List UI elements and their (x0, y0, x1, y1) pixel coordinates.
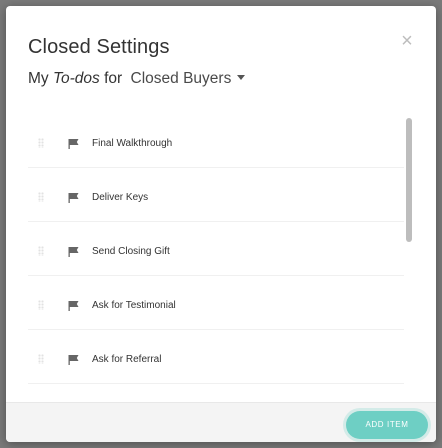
todo-list: Final Walkthrough Deliver Keys Send Clos… (6, 114, 436, 406)
modal-title: Closed Settings (28, 36, 170, 58)
flag-icon (68, 139, 79, 149)
buyer-type-dropdown[interactable]: Closed Buyers (131, 70, 246, 88)
todo-item[interactable]: Send Closing Gift (28, 222, 404, 276)
flag-icon (68, 247, 79, 257)
todo-item-label: Deliver Keys (92, 192, 149, 203)
flag-icon (68, 355, 79, 365)
drag-handle-icon[interactable] (38, 354, 44, 364)
drag-handle-icon[interactable] (38, 192, 44, 202)
scrollbar-thumb[interactable] (406, 118, 412, 242)
scrollbar[interactable] (406, 118, 412, 398)
todo-item[interactable]: Ask for Testimonial (28, 276, 404, 330)
caret-down-icon (237, 74, 246, 80)
drag-handle-icon[interactable] (38, 246, 44, 256)
subtitle-for: for (104, 70, 123, 87)
drag-handle-icon[interactable] (38, 138, 44, 148)
subtitle-todos: To-dos (52, 70, 100, 87)
add-item-button[interactable]: ADD ITEM (346, 411, 428, 439)
modal-footer: ADD ITEM (6, 402, 436, 442)
flag-icon (68, 193, 79, 203)
dropdown-selected-value: Closed Buyers (130, 70, 232, 87)
flag-icon (68, 301, 79, 311)
todo-item[interactable]: Ask for Referral (28, 330, 404, 384)
drag-handle-icon[interactable] (38, 300, 44, 310)
subtitle-prefix: My (28, 70, 49, 87)
todo-item-label: Ask for Testimonial (92, 300, 176, 311)
todo-subtitle: My To-dos for Closed Buyers (28, 70, 246, 88)
todo-item[interactable]: Deliver Keys (28, 168, 404, 222)
close-icon[interactable]: × (398, 31, 416, 51)
todo-item[interactable]: Final Walkthrough (28, 114, 404, 168)
closed-settings-modal: × Closed Settings My To-dos for Closed B… (6, 6, 436, 442)
todo-item-label: Final Walkthrough (92, 138, 173, 149)
todo-item-label: Ask for Referral (92, 354, 162, 365)
todo-item-label: Send Closing Gift (92, 246, 170, 257)
